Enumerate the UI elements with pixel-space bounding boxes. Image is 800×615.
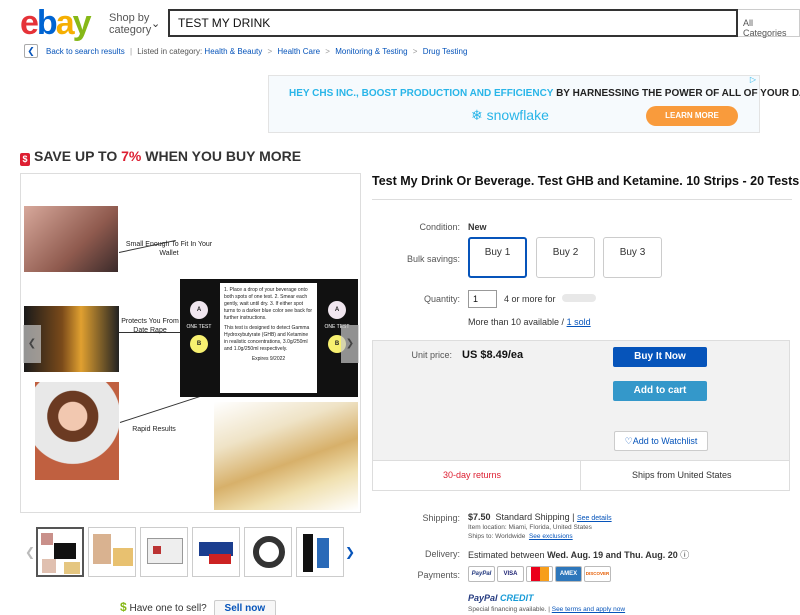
product-title: Test My Drink Or Beverage. Test GHB and … [372, 174, 800, 188]
ships-from: Ships from United States [632, 470, 732, 480]
glasses-photo [214, 402, 358, 510]
paypal-icon: PayPal [468, 566, 495, 582]
see-details-link[interactable]: See details [577, 515, 612, 522]
main-product-image[interactable]: Small Enough To Fit In Your Wallet Prote… [20, 173, 361, 513]
thumbnail-strip [22, 527, 344, 577]
info-icon[interactable]: ⓘ [680, 550, 689, 560]
unit-price: US $8.49/ea [462, 349, 524, 361]
see-exclusions-link[interactable]: See exclusions [529, 533, 573, 540]
thumbnail[interactable] [296, 527, 344, 577]
ships-to: Ships to: Worldwide See exclusions [468, 533, 573, 540]
ad-banner[interactable]: HEY CHS INC., BOOST PRODUCTION AND EFFIC… [268, 75, 800, 133]
quantity-input[interactable]: 1 [468, 290, 497, 308]
category-select[interactable]: All Categories [738, 9, 800, 38]
breadcrumb-item[interactable]: Drug Testing [423, 47, 468, 56]
discover-icon: DISCOVER [584, 566, 611, 582]
ebay-logo[interactable]: ebay [20, 4, 92, 42]
snowflake-icon: ❄ [471, 107, 483, 123]
thumbnail[interactable] [36, 527, 84, 577]
woman-phone-photo [24, 206, 118, 272]
listed-in-label: Listed in category: [137, 47, 203, 56]
divider [372, 199, 792, 200]
bulk-option-buy-2[interactable]: Buy 2 [536, 237, 595, 278]
promo-banner: $ SAVE UP TO 7% WHEN YOU BUY MORE [20, 148, 301, 166]
buy-box [372, 340, 790, 491]
breadcrumb-divider: | [129, 47, 133, 56]
shipping-line: $7.50 Standard Shipping | See details [468, 512, 612, 522]
item-location: Item location: Miami, Florida, United St… [468, 524, 592, 531]
shop-by-line1: Shop by [109, 12, 150, 24]
payments-label: Payments: [417, 570, 460, 580]
mastercard-icon: MC [526, 566, 553, 582]
heart-icon: ♡ [624, 436, 633, 446]
amex-icon: AMEX [555, 566, 582, 582]
add-to-watchlist-button[interactable]: ♡Add to Watchlist [614, 431, 708, 451]
caption-rapid: Rapid Results [132, 426, 176, 433]
test-spot-a: A [190, 301, 208, 319]
ad-text: HEY CHS INC., BOOST PRODUCTION AND EFFIC… [289, 88, 800, 99]
snowflake-logo: ❄ snowflake [471, 107, 549, 123]
shop-by-category-button[interactable]: Shop by category ⌄ [109, 12, 160, 36]
quantity-label: Quantity: [423, 294, 460, 304]
dollar-icon: $ [120, 600, 127, 614]
logo-b: b [36, 4, 58, 42]
thumbnail[interactable] [140, 527, 188, 577]
thumbnail[interactable] [244, 527, 292, 577]
see-terms-link[interactable]: See terms and apply now [552, 606, 625, 613]
unit-price-label: Unit price: [411, 350, 452, 360]
sell-prompt: $ Have one to sell? Sell now [120, 600, 277, 615]
thumbnail[interactable] [192, 527, 240, 577]
breadcrumb-item[interactable]: Health Care [277, 47, 320, 56]
paypal-credit-text: Special financing available. | See terms… [468, 606, 626, 613]
condition-label: Condition: [419, 222, 460, 232]
redacted-price [562, 294, 596, 302]
thumbs-next-icon[interactable]: ❯ [345, 545, 355, 559]
sell-now-button[interactable]: Sell now [213, 600, 277, 615]
prev-image-arrow-icon[interactable]: ❮ [23, 325, 41, 363]
delivery-label: Delivery: [424, 549, 460, 559]
logo-a: a [55, 4, 75, 42]
breadcrumb-item[interactable]: Monitoring & Testing [335, 47, 407, 56]
chevron-down-icon: ⌄ [151, 18, 161, 30]
buy-it-now-button[interactable]: Buy It Now [613, 347, 707, 367]
availability: More than 10 available / 1 sold [468, 317, 591, 327]
shop-by-line2: category [109, 24, 152, 36]
search-input[interactable]: TEST MY DRINK [168, 9, 738, 37]
delivery-estimate: Estimated between Wed. Aug. 19 and Thu. … [468, 550, 690, 560]
thumbnail[interactable] [88, 527, 136, 577]
visa-icon: VISA [497, 566, 524, 582]
paypal-credit-logo: PayPal CREDIT [468, 593, 534, 603]
bulk-option-buy-3[interactable]: Buy 3 [603, 237, 662, 278]
caption-wallet: Small Enough To Fit In Your Wallet [125, 241, 213, 257]
back-arrow-icon[interactable]: ❮ [24, 44, 38, 58]
caption-date-rape: Protects You From Date Rape [121, 318, 179, 334]
breadcrumb: Back to search results | Listed in categ… [46, 47, 468, 56]
test-spot-b: B [190, 335, 208, 353]
back-to-search-link[interactable]: Back to search results [46, 47, 125, 56]
breadcrumb-item[interactable]: Health & Beauty [204, 47, 262, 56]
tag-icon: $ [20, 153, 30, 166]
add-to-cart-button[interactable]: Add to cart [613, 381, 707, 401]
page: { "header": { "logo": {"e": "e", "b": "b… [0, 0, 800, 615]
condition-value: New [468, 222, 487, 232]
bulk-savings-label: Bulk savings: [406, 254, 460, 264]
woman-drinking-photo [35, 382, 119, 480]
logo-e: e [20, 4, 39, 42]
test-card: A ONE TEST B 1. Place a drop of your bev… [180, 279, 358, 397]
learn-more-button[interactable]: LEARN MORE [646, 106, 738, 126]
next-image-arrow-icon[interactable]: ❯ [341, 325, 359, 363]
shipping-label: Shipping: [422, 513, 460, 523]
bulk-option-buy-1[interactable]: Buy 1 [468, 237, 527, 278]
returns-policy[interactable]: 30-day returns [443, 470, 501, 480]
test-card-instructions: 1. Place a drop of your beverage onto bo… [220, 283, 317, 393]
ad-choices-icon[interactable]: ▷ [750, 75, 756, 84]
logo-y: y [72, 4, 92, 42]
shipping-cost: $7.50 [468, 512, 491, 522]
quantity-offer-text: 4 or more for [504, 294, 556, 304]
sold-count-link[interactable]: 1 sold [567, 317, 591, 327]
